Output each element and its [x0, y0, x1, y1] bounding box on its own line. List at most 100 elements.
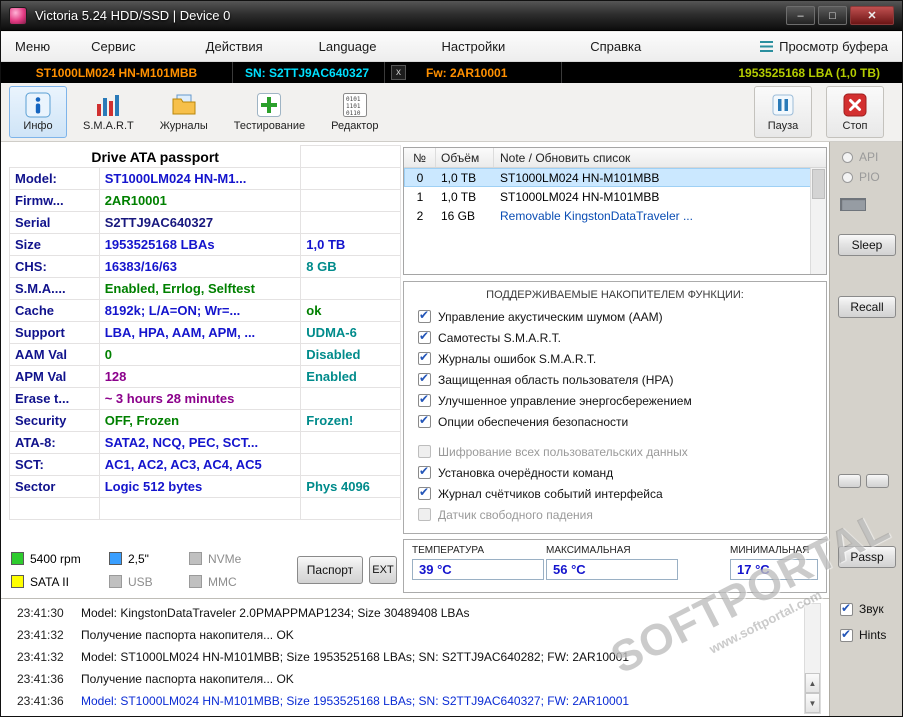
passport-row-cache: Cache 8192k; L/A=ON; Wr=... ok: [9, 299, 401, 322]
editor-tab-button[interactable]: 0101 1101 0110 Редактор: [321, 86, 388, 138]
menu-item-settings[interactable]: Настройки: [441, 39, 505, 54]
passport-row-smart: S.M.A.... Enabled, Errlog, Selftest: [9, 277, 401, 300]
svg-text:0101: 0101: [346, 96, 361, 103]
log-text: Получение паспорта накопителя... OK: [81, 628, 294, 642]
feature-label: Датчик свободного падения: [438, 507, 593, 522]
log-text: Model: ST1000LM024 HN-M101MBB; Size 1953…: [81, 650, 630, 664]
log-line-5[interactable]: 23:41:36 Model: ST1000LM024 HN-M101MBB; …: [1, 690, 829, 712]
smart-tab-button[interactable]: S.M.A.R.T: [73, 86, 144, 138]
maximize-button[interactable]: □: [818, 6, 847, 25]
device-list: № Объём Note / Обновить список 0 1,0 TB …: [403, 147, 827, 275]
temperature-current-label: ТЕМПЕРАТУРА: [412, 545, 484, 556]
temperature-max-value: 56 °C: [546, 559, 678, 580]
device-list-scrollbar[interactable]: [810, 168, 826, 274]
feature-interface-counters[interactable]: Журнал счётчиков событий интерфейса: [404, 483, 826, 504]
passport-row-model: Model: ST1000LM024 HN-M1...: [9, 167, 401, 190]
field-value: 128: [98, 365, 302, 388]
log-time: 23:41:32: [17, 650, 64, 664]
recall-button[interactable]: Recall: [838, 296, 896, 318]
menu-item-actions[interactable]: Действия: [206, 39, 263, 54]
feature-hpa[interactable]: Защищенная область пользователя (HPA): [404, 369, 826, 390]
info-icon: [25, 92, 51, 118]
pause-button[interactable]: Пауза: [754, 86, 812, 138]
device-row-2[interactable]: 2 16 GB Removable KingstonDataTraveler .…: [404, 206, 826, 225]
minimize-button[interactable]: –: [786, 6, 815, 25]
sleep-button[interactable]: Sleep: [838, 234, 896, 256]
menu-item-language[interactable]: Language: [319, 39, 377, 54]
sound-checkbox[interactable]: Звук: [840, 601, 884, 616]
field-label: Model:: [9, 167, 100, 190]
field-value: SATA2, NCQ, PEC, SCT...: [98, 431, 302, 454]
log-line-2[interactable]: 23:41:32 Получение паспорта накопителя..…: [1, 624, 829, 646]
log-line-4[interactable]: 23:41:36 Получение паспорта накопителя..…: [1, 668, 829, 690]
passport-button[interactable]: Паспорт: [297, 556, 363, 584]
checkbox-checked-icon: [418, 350, 431, 365]
buffer-view-button[interactable]: Просмотр буфера: [760, 39, 888, 54]
scroll-up-button[interactable]: ▲: [805, 673, 820, 693]
titlebar: Victoria 5.24 HDD/SSD | Device 0 – □ ✕: [1, 1, 902, 31]
feature-power-mgmt[interactable]: Улучшенное управление энергосбережением: [404, 390, 826, 411]
device-note: ST1000LM024 HN-M101MBB: [500, 170, 660, 185]
right-sidebar: API PIO Sleep Recall Passp Звук Hints: [829, 142, 902, 716]
smart-tab-label: S.M.A.R.T: [83, 120, 134, 132]
field-value: OFF, Frozen: [98, 409, 302, 432]
minimize-icon: –: [797, 9, 804, 22]
buffer-view-label: Просмотр буфера: [779, 39, 888, 54]
feature-aam[interactable]: Управление акустическим шумом (AAM): [404, 306, 826, 327]
temperature-min-label: МИНИМАЛЬНАЯ: [730, 545, 810, 556]
feature-security[interactable]: Опции обеспечения безопасности: [404, 411, 826, 432]
nvme-label: NVMe: [208, 551, 242, 566]
ext-button[interactable]: EXT: [369, 556, 397, 584]
field-label: Erase t...: [9, 387, 100, 410]
close-button[interactable]: ✕: [850, 6, 894, 25]
field-extra: [300, 189, 401, 212]
temperature-max-block: МАКСИМАЛЬНАЯ 56 °C: [546, 545, 678, 592]
pio-radio-label: PIO: [859, 170, 880, 184]
hints-checkbox[interactable]: Hints: [840, 627, 886, 642]
scrollbar-thumb[interactable]: [812, 169, 825, 199]
menubar: Меню Сервис Действия Language Настройки …: [1, 32, 902, 62]
field-extra: [300, 431, 401, 454]
info-tab-button[interactable]: Инфо: [9, 86, 67, 138]
info-tab-label: Инфо: [23, 120, 53, 132]
menu-item-service[interactable]: Сервис: [91, 39, 136, 54]
device-info-band: ST1000LM024 HN-M101MBB SN: S2TTJ9AC64032…: [1, 62, 902, 83]
passp-button[interactable]: Passp: [838, 546, 896, 568]
nvme-swatch: [189, 552, 202, 565]
checkbox-checked-icon: [418, 464, 431, 479]
field-extra: [300, 387, 401, 410]
menu-item-help[interactable]: Справка: [590, 39, 641, 54]
legend-mmc: MMC: [189, 575, 265, 589]
device-row-0[interactable]: 0 1,0 TB ST1000LM024 HN-M101MBB: [404, 168, 826, 187]
journals-tab-button[interactable]: Журналы: [150, 86, 218, 138]
testing-tab-button[interactable]: Тестирование: [224, 86, 315, 138]
column-note-refresh[interactable]: Note / Обновить список: [494, 148, 826, 167]
feature-error-logs[interactable]: Журналы ошибок S.M.A.R.T.: [404, 348, 826, 369]
stop-label: Стоп: [842, 120, 868, 132]
band-close-button[interactable]: x: [391, 65, 406, 80]
field-extra: [300, 167, 401, 190]
device-note: Removable KingstonDataTraveler ...: [500, 208, 693, 223]
passport-title: Drive ATA passport: [8, 145, 302, 168]
feature-ncq[interactable]: Установка очерёдности команд: [404, 462, 826, 483]
recall-button-label: Recall: [850, 300, 884, 314]
log-line-3[interactable]: 23:41:32 Model: ST1000LM024 HN-M101MBB; …: [1, 646, 829, 668]
log-scrollbar[interactable]: ▲ ▼: [804, 603, 821, 714]
temperature-min-value: 17 °C: [730, 559, 818, 580]
features-panel: ПОДДЕРЖИВАЕМЫЕ НАКОПИТЕЛЕМ ФУНКЦИИ: Упра…: [403, 281, 827, 534]
feature-selftests[interactable]: Самотесты S.M.A.R.T.: [404, 327, 826, 348]
log-line-1[interactable]: 23:41:30 Model: KingstonDataTraveler 2.0…: [1, 602, 829, 624]
features-title: ПОДДЕРЖИВАЕМЫЕ НАКОПИТЕЛЕМ ФУНКЦИИ:: [486, 289, 744, 301]
passport-row-empty: [9, 497, 401, 520]
band-capacity: 1953525168 LBA (1,0 TB): [738, 65, 880, 80]
device-row-1[interactable]: 1 1,0 TB ST1000LM024 HN-M101MBB: [404, 187, 826, 206]
field-extra: [300, 277, 401, 300]
temperature-min-block: МИНИМАЛЬНАЯ 17 °C: [730, 545, 818, 592]
device-num: 2: [416, 208, 424, 223]
stop-button[interactable]: Стоп: [826, 86, 884, 138]
field-value: 0: [98, 343, 302, 366]
menu-item-menu[interactable]: Меню: [15, 39, 50, 54]
svg-text:1101: 1101: [346, 103, 361, 110]
field-value: 1953525168 LBAs: [98, 233, 302, 256]
scroll-down-button[interactable]: ▼: [805, 693, 820, 713]
